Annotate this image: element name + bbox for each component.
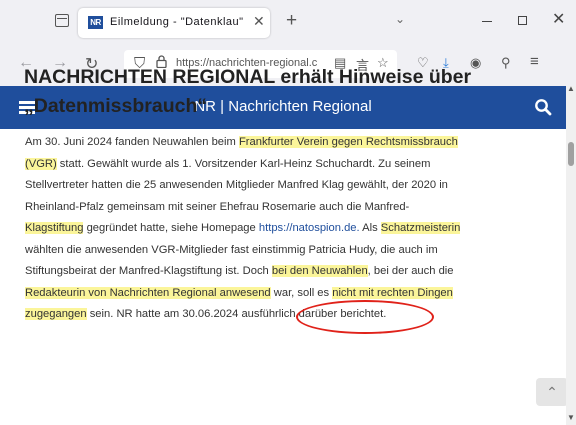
text: Rheinland-Pfalz gemeinsam mit seiner Ehe… [25, 200, 410, 213]
highlighted-text: Klagstiftung [25, 222, 84, 234]
text: , bei der auch die [367, 265, 454, 277]
text: Stellvertreter hatten die 25 anwesenden … [25, 179, 448, 191]
active-tab[interactable]: NR Eilmeldung - "Datenklau" ✕ [78, 8, 270, 38]
text: war, soll es [270, 286, 333, 299]
article-line: wählten die anwesenden VGR-Mitglieder fa… [25, 240, 545, 262]
red-annotation-circle [296, 300, 434, 334]
headline-line: „Datenmissbrauch“ [24, 95, 208, 117]
scroll-up-arrow-icon[interactable]: ▲ [567, 84, 575, 93]
article-line: Klagstiftung gegründet hatte, siehe Home… [25, 218, 545, 240]
text: gegründet hatte, siehe Homepage [83, 222, 259, 234]
highlighted-text: Frankfurter Verein gegen Rechtsmissbrauc… [238, 136, 458, 148]
tab-close-icon[interactable]: ✕ [253, 13, 265, 30]
text: Als [359, 222, 381, 234]
article-headline: NACHRICHTEN REGIONAL erhält Hinweise übe… [24, 63, 544, 121]
tab-title: Eilmeldung - "Datenklau" [110, 16, 244, 28]
highlighted-text: (VGR) [25, 157, 57, 170]
back-to-top-button[interactable]: ⌃ [536, 378, 568, 406]
tab-overview-icon[interactable] [55, 14, 69, 27]
article-line: Am 30. Juni 2024 fanden Neuwahlen beim F… [25, 132, 545, 154]
site-favicon-icon: NR [88, 16, 103, 29]
text: Am 30. Juni 2024 fanden Neuwahlen beim [25, 136, 239, 148]
highlighted-text: Schatzmeisterin [380, 222, 461, 234]
article-line: (VGR) statt. Gewählt wurde als 1. Vorsit… [25, 154, 545, 176]
homepage-link[interactable]: https://natospion.de. [259, 222, 360, 234]
new-tab-button[interactable]: + [286, 10, 297, 32]
article-line: zugegangen sein. NR hatte am 30.06.2024 … [25, 304, 545, 326]
page-scrollbar[interactable]: ▲ ▼ [566, 84, 576, 425]
text: statt. Gewählt wurde als 1. Vorsitzender… [56, 157, 431, 170]
window-close-button[interactable]: ✕ [552, 9, 565, 29]
article-body: Am 30. Juni 2024 fanden Neuwahlen beim F… [25, 132, 545, 326]
article-line: Stiftungsbeirat der Manfred-Klagstiftung… [25, 261, 545, 283]
scrollbar-thumb[interactable] [568, 142, 574, 166]
highlighted-text: zugegangen [25, 308, 87, 320]
text: Stiftungsbeirat der Manfred-Klagstiftung… [25, 265, 272, 277]
highlighted-text: bei den Neuwahlen [271, 265, 368, 277]
highlighted-text: Redakteurin von Nachrichten Regional anw… [25, 286, 271, 299]
highlighted-text: nicht mit rechten Dingen [332, 286, 453, 299]
text: wählten die anwesenden VGR-Mitglieder fa… [25, 243, 438, 256]
article-line: Rheinland-Pfalz gemeinsam mit seiner Ehe… [25, 197, 545, 219]
scroll-down-arrow-icon[interactable]: ▼ [567, 413, 575, 422]
window-maximize-button[interactable] [518, 16, 527, 25]
headline-line: NACHRICHTEN REGIONAL erhält Hinweise übe… [24, 66, 472, 88]
tab-bar: NR Eilmeldung - "Datenklau" ✕ + ⌄ ✕ [0, 0, 576, 43]
article-line: Redakteurin von Nachrichten Regional anw… [25, 283, 545, 305]
tab-list-chevron-icon[interactable]: ⌄ [395, 12, 405, 26]
article-line: Stellvertreter hatten die 25 anwesenden … [25, 175, 545, 197]
window-minimize-button[interactable] [482, 21, 492, 22]
